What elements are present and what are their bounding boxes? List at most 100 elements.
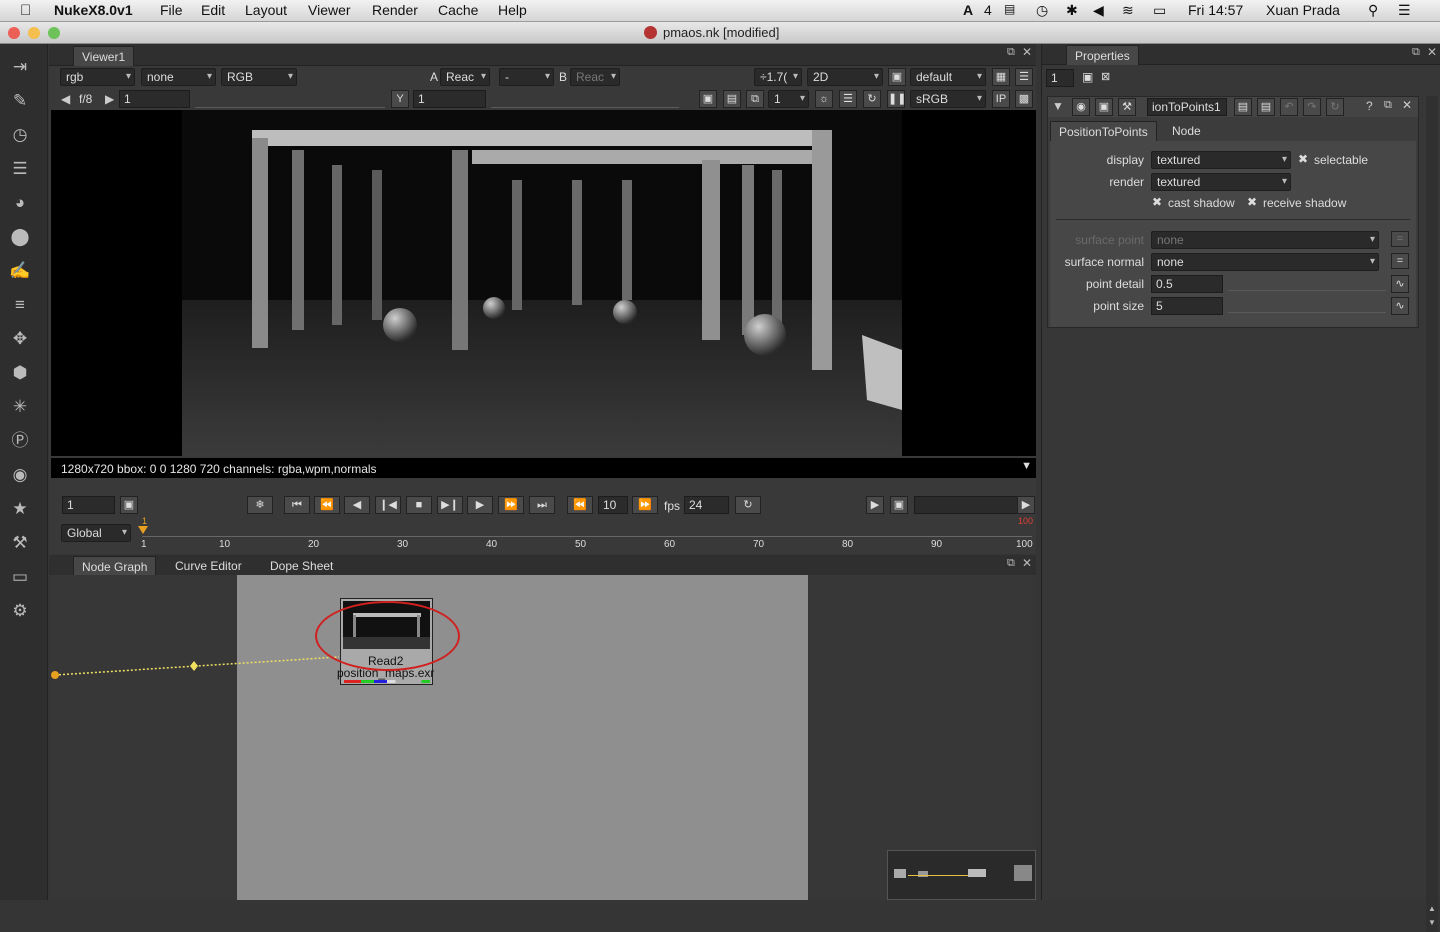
volume-icon[interactable]: ◀ bbox=[1093, 2, 1104, 19]
close-panel-icon[interactable]: ✕ bbox=[1427, 45, 1437, 59]
node-wrench-icon[interactable]: ⚒ bbox=[1118, 98, 1136, 116]
zoom-dropdown[interactable]: ÷1.7( bbox=[754, 68, 802, 86]
ofx-nodes-icon[interactable]: ⚙ bbox=[9, 600, 31, 622]
views-nodes-icon[interactable]: ◉ bbox=[9, 464, 31, 486]
float-panel-icon[interactable]: ⧉ bbox=[1007, 557, 1015, 570]
play-forward-icon[interactable]: ▶ bbox=[467, 496, 493, 514]
apple-icon[interactable]:  bbox=[20, 2, 31, 19]
close-window-button[interactable] bbox=[8, 27, 20, 39]
play-backward-icon[interactable]: ◀ bbox=[344, 496, 370, 514]
point-detail-animation-icon[interactable]: ∿ bbox=[1391, 275, 1409, 293]
clock[interactable]: Fri 14:57 bbox=[1188, 2, 1243, 18]
gain-field[interactable]: 1 bbox=[119, 90, 190, 108]
revert-icon[interactable]: ↻ bbox=[1326, 98, 1344, 116]
scroll-up-icon[interactable]: ▲ bbox=[1428, 904, 1436, 913]
mask-icon[interactable]: ▤ bbox=[723, 90, 741, 108]
lock-icon[interactable]: ▣ bbox=[120, 496, 138, 514]
filter-nodes-icon[interactable]: ⬤ bbox=[9, 226, 31, 248]
point-size-slider[interactable] bbox=[1228, 295, 1386, 313]
color-nodes-icon[interactable]: ◕ bbox=[9, 192, 31, 214]
nodegraph-canvas[interactable]: Read2 position_maps.exr bbox=[49, 575, 1036, 900]
overlay-icon[interactable]: ☰ bbox=[839, 90, 857, 108]
menu-layout[interactable]: Layout bbox=[245, 2, 287, 18]
app-menu[interactable]: NukeX8.0v1 bbox=[54, 2, 133, 18]
checker-icon[interactable]: ▩ bbox=[1015, 90, 1033, 108]
colorspace-dropdown[interactable]: RGB bbox=[221, 68, 297, 86]
tab-properties[interactable]: Properties bbox=[1066, 45, 1139, 65]
surface-normal-dropdown[interactable]: none bbox=[1151, 253, 1379, 271]
node-name-field[interactable]: ionToPoints1 bbox=[1147, 98, 1227, 116]
fstop-value[interactable]: f/8 bbox=[79, 92, 92, 106]
properties-scrollbar[interactable]: ▲ ▼ bbox=[1426, 96, 1438, 932]
current-frame-field[interactable]: 1 bbox=[62, 496, 115, 514]
float-panel-icon[interactable]: ⧉ bbox=[1412, 46, 1420, 59]
clear-panels-icon[interactable]: ⊠ bbox=[1101, 70, 1110, 83]
metadata-nodes-icon[interactable]: ★ bbox=[9, 498, 31, 520]
user-name[interactable]: Xuan Prada bbox=[1266, 2, 1340, 18]
timeline-start-marker[interactable]: 1 bbox=[142, 516, 147, 526]
display-dropdown[interactable]: textured bbox=[1151, 151, 1291, 169]
info-expand-icon[interactable]: ▼ bbox=[1021, 460, 1032, 472]
point-size-field[interactable]: 5 bbox=[1151, 297, 1223, 315]
playback-range-field[interactable] bbox=[914, 496, 1018, 514]
channel-nodes-icon[interactable]: ☰ bbox=[9, 158, 31, 180]
color-swatch-icon[interactable]: ▤ bbox=[1234, 98, 1252, 116]
point-detail-slider[interactable] bbox=[1228, 273, 1386, 291]
close-node-icon[interactable]: ✕ bbox=[1402, 98, 1412, 112]
other-nodes-icon[interactable]: ⚒ bbox=[9, 532, 31, 554]
roi-icon[interactable]: ▦ bbox=[992, 68, 1010, 86]
region-icon[interactable]: ▣ bbox=[699, 90, 717, 108]
surface-point-dropdown[interactable]: none bbox=[1151, 231, 1379, 249]
channels-dropdown[interactable]: rgb bbox=[60, 68, 135, 86]
menu-help[interactable]: Help bbox=[498, 2, 527, 18]
redo-icon[interactable]: ↷ bbox=[1303, 98, 1321, 116]
cast-shadow-checkbox[interactable]: ✖ bbox=[1152, 195, 1162, 209]
selectable-checkbox[interactable]: ✖ bbox=[1298, 152, 1308, 166]
max-panels-field[interactable]: 1 bbox=[1046, 69, 1074, 87]
step-forward-icon[interactable]: ▶❙ bbox=[437, 496, 463, 514]
proxy-icon[interactable]: ⧉ bbox=[746, 90, 764, 108]
menu-cache[interactable]: Cache bbox=[438, 2, 478, 18]
lut-dropdown[interactable]: default bbox=[910, 68, 986, 86]
wifi-icon[interactable]: ≋ bbox=[1122, 2, 1134, 19]
tab-dope-sheet[interactable]: Dope Sheet bbox=[262, 556, 341, 576]
keyer-nodes-icon[interactable]: ✍ bbox=[9, 260, 31, 282]
first-frame-icon[interactable]: ⏮ bbox=[284, 496, 310, 514]
menu-edit[interactable]: Edit bbox=[201, 2, 225, 18]
camera-icon[interactable]: ▣ bbox=[888, 68, 906, 86]
refresh-icon[interactable]: ↻ bbox=[863, 90, 881, 108]
point-detail-field[interactable]: 0.5 bbox=[1151, 275, 1223, 293]
minimize-window-button[interactable] bbox=[28, 27, 40, 39]
point-size-animation-icon[interactable]: ∿ bbox=[1391, 297, 1409, 315]
proxy-dropdown[interactable]: 1 bbox=[768, 90, 809, 108]
a-input-dropdown[interactable]: Reac bbox=[440, 68, 490, 86]
undo-icon[interactable]: ↶ bbox=[1280, 98, 1298, 116]
notification-center-icon[interactable]: ☰ bbox=[1398, 2, 1411, 19]
scroll-down-icon[interactable]: ▼ bbox=[1428, 918, 1436, 927]
b-input-dropdown[interactable]: Reac bbox=[570, 68, 620, 86]
close-panel-icon[interactable]: ✕ bbox=[1022, 45, 1032, 59]
view-lut-dropdown[interactable]: sRGB bbox=[910, 90, 986, 108]
frame-increment-field[interactable]: 10 bbox=[598, 496, 628, 514]
bluetooth-icon[interactable]: ✱ bbox=[1066, 2, 1078, 19]
tab-curve-editor[interactable]: Curve Editor bbox=[167, 556, 250, 576]
ip-toggle[interactable]: IP bbox=[992, 90, 1010, 108]
skip-back-icon[interactable]: ⏪ bbox=[567, 496, 593, 514]
receive-shadow-checkbox[interactable]: ✖ bbox=[1247, 195, 1257, 209]
float-panel-icon[interactable]: ⧉ bbox=[1007, 46, 1015, 59]
view-mode-dropdown[interactable]: 2D bbox=[807, 68, 883, 86]
3d-nodes-icon[interactable]: ⬢ bbox=[9, 362, 31, 384]
next-keyframe-icon[interactable]: ⏩ bbox=[498, 496, 524, 514]
viewer-settings-icon[interactable]: ☰ bbox=[1015, 68, 1033, 86]
range-dropdown[interactable]: Global bbox=[61, 524, 131, 542]
alpha-dropdown[interactable]: none bbox=[141, 68, 216, 86]
step-back-icon[interactable]: ❙◀ bbox=[375, 496, 401, 514]
fstop-down-icon[interactable]: ◀ bbox=[61, 92, 70, 106]
adobe-icon[interactable]: A bbox=[963, 2, 973, 18]
fps-field[interactable]: 24 bbox=[684, 496, 729, 514]
skip-forward-icon[interactable]: ⏩ bbox=[632, 496, 658, 514]
lock-panels-icon[interactable]: ▣ bbox=[1082, 70, 1093, 84]
merge-nodes-icon[interactable]: ≡ bbox=[9, 294, 31, 316]
node-color-icon[interactable]: ▣ bbox=[1095, 98, 1113, 116]
surface-normal-link-button[interactable]: = bbox=[1391, 253, 1409, 269]
